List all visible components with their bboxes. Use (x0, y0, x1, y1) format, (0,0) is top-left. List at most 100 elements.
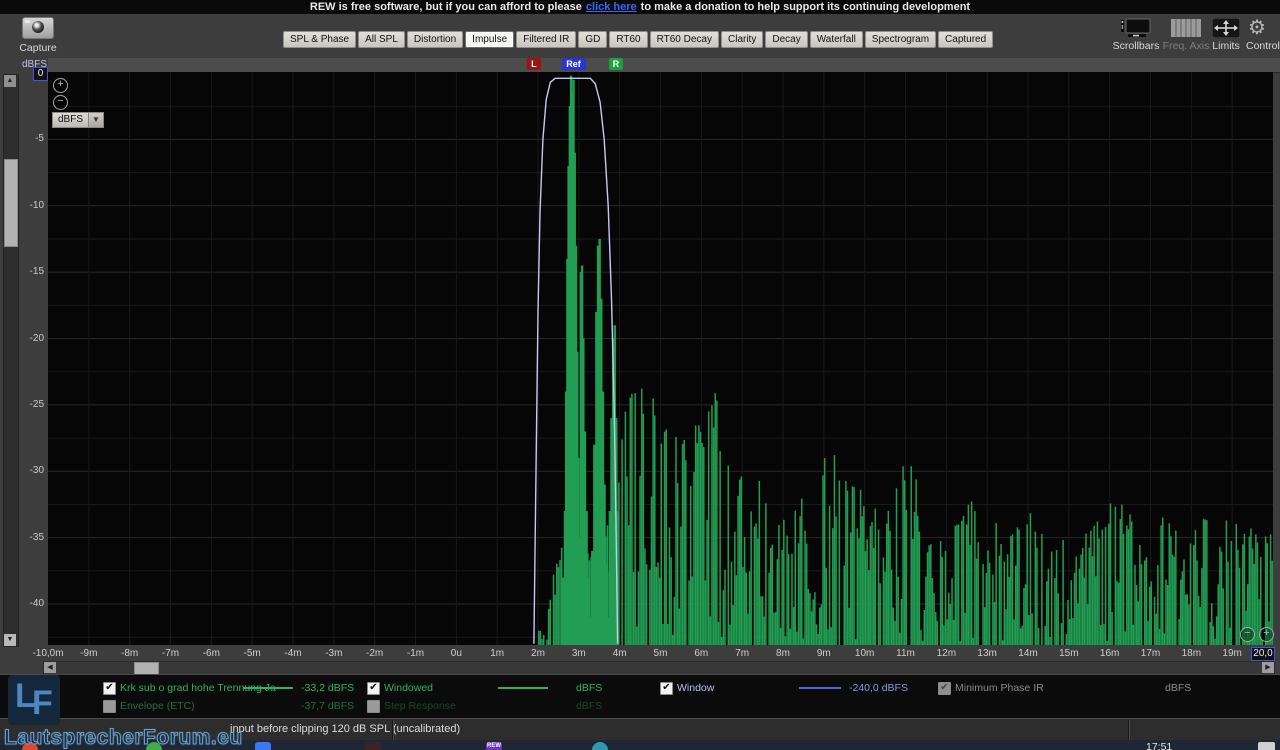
impulse-plot[interactable] (48, 72, 1273, 645)
vertical-scroll-thumb[interactable] (4, 159, 18, 247)
y-axis-top-limit-field[interactable]: 0 (33, 67, 48, 81)
donation-link[interactable]: click here (586, 1, 637, 13)
blue-app-taskbar-icon[interactable] (255, 742, 271, 750)
y-axis-tick-label: -25 (18, 399, 44, 410)
envelope-checkbox[interactable] (103, 700, 116, 713)
donation-text-before: REW is free software, but if you can aff… (310, 1, 582, 13)
x-axis-tick-label: 6m (694, 648, 708, 659)
watermark-text: LautsprecherForum.eu (4, 726, 243, 750)
vertical-scrollbar[interactable]: ▲ ▼ (3, 74, 19, 647)
step-response-value: dBFS (576, 700, 602, 712)
trace1-value: -33,2 dBFS (301, 682, 354, 694)
rew-app-taskbar-icon[interactable]: REW (486, 742, 502, 750)
tray-icon[interactable] (1258, 742, 1275, 750)
tab-spectrogram[interactable]: Spectrogram (865, 31, 936, 48)
x-axis-tick-label: -6m (203, 648, 220, 659)
tab-gd[interactable]: GD (578, 31, 607, 48)
marker-ref[interactable]: Ref (562, 58, 586, 70)
window-value: -240,0 dBFS (849, 682, 908, 694)
limits-button[interactable]: Limits (1207, 18, 1245, 52)
tab-decay[interactable]: Decay (765, 31, 807, 48)
controls-label: Controls (1246, 40, 1280, 52)
x-axis-tick-label: 13m (977, 648, 996, 659)
scroll-left-arrow[interactable]: ◀ (44, 662, 56, 673)
min-phase-checkbox[interactable]: ✔ (938, 682, 951, 695)
tab-waterfall[interactable]: Waterfall (810, 31, 863, 48)
window-label: Window (677, 682, 714, 694)
tab-impulse[interactable]: Impulse (465, 31, 514, 48)
tab-captured[interactable]: Captured (938, 31, 993, 48)
y-zoom-in-button[interactable]: + (53, 78, 68, 93)
x-axis-tick-label: 0u (451, 648, 462, 659)
taskbar-clock[interactable]: 17:51 (1146, 741, 1172, 750)
tab-clarity[interactable]: Clarity (721, 31, 763, 48)
y-axis-unit-dropdown-value: dBFS (52, 112, 89, 128)
legend-panel: ✔ Krk sub o grad hohe Trennung Ja -33,2 … (0, 674, 1280, 719)
capture-label: Capture (12, 42, 64, 54)
y-axis-tick-label: -40 (18, 598, 44, 609)
x-axis-tick-label: 7m (735, 648, 749, 659)
scroll-down-arrow[interactable]: ▼ (4, 634, 16, 646)
x-axis-tick-label: 1m (490, 648, 504, 659)
x-axis-tick-label: 4m (613, 648, 627, 659)
x-zoom-out-button[interactable]: − (1240, 627, 1255, 642)
y-axis-unit-dropdown[interactable]: dBFS ▼ (52, 112, 104, 128)
windowed-checkbox[interactable]: ✔ (367, 682, 380, 695)
x-axis-tick-label: 8m (776, 648, 790, 659)
scrollbars-button[interactable]: Scrollbars (1112, 18, 1160, 52)
x-axis-tick-label: 2m (531, 648, 545, 659)
x-axis-tick-label: 12m (937, 648, 956, 659)
windowed-value: dBFS (576, 682, 602, 694)
teal-app-taskbar-icon[interactable] (592, 742, 608, 750)
x-axis-end-limit-field[interactable]: 20,0 (1251, 647, 1275, 661)
step-response-label: Step Response (384, 700, 456, 712)
trace1-checkbox[interactable]: ✔ (103, 682, 116, 695)
y-axis-tick-label: -5 (18, 133, 44, 144)
donation-text-after: to make a donation to help support its c… (641, 1, 970, 13)
x-axis-tick-label: -1m (407, 648, 424, 659)
controls-button[interactable]: ⚙ Controls (1246, 18, 1280, 52)
tab-filtered-ir[interactable]: Filtered IR (516, 31, 576, 48)
window-line-sample (799, 687, 841, 689)
x-axis-tick-label: -9m (80, 648, 97, 659)
x-axis-tick-label: -10,0m (32, 648, 63, 659)
tab-rt60[interactable]: RT60 (609, 31, 647, 48)
gear-icon: ⚙ (1248, 18, 1280, 38)
tab-distortion[interactable]: Distortion (407, 31, 463, 48)
scroll-right-arrow[interactable]: ▶ (1262, 662, 1274, 673)
tab-rt60-decay[interactable]: RT60 Decay (650, 31, 719, 48)
x-axis-tick-label: 9m (817, 648, 831, 659)
freq-axis-button[interactable]: Freq. Axis (1162, 18, 1210, 52)
y-axis-tick-label: -30 (18, 465, 44, 476)
x-axis-tick-label: 16m (1100, 648, 1119, 659)
tab-all-spl[interactable]: All SPL (358, 31, 405, 48)
scrollbars-icon (1120, 18, 1152, 38)
marker-r[interactable]: R (609, 58, 623, 70)
x-axis-tick-label: 11m (896, 648, 915, 659)
scroll-up-arrow[interactable]: ▲ (4, 75, 16, 87)
capture-button[interactable]: Capture (12, 17, 64, 57)
x-axis-tick-label: -8m (121, 648, 138, 659)
dark-app-taskbar-icon[interactable] (365, 742, 381, 750)
freq-axis-icon (1169, 18, 1203, 38)
watermark-logo: LF (8, 675, 60, 725)
x-axis-tick-label: -4m (284, 648, 301, 659)
scrollbars-label: Scrollbars (1112, 40, 1160, 52)
y-zoom-out-button[interactable]: − (53, 95, 68, 110)
marker-l[interactable]: L (527, 58, 541, 70)
status-text: input before clipping 120 dB SPL (uncali… (230, 723, 460, 735)
x-axis-tick-label: 3m (572, 648, 586, 659)
rew-window: REW is free software, but if you can aff… (0, 0, 1280, 750)
step-response-checkbox[interactable] (367, 700, 380, 713)
windowed-label: Windowed (384, 682, 433, 694)
x-axis-tick-label: 5m (654, 648, 668, 659)
status-divider (392, 720, 394, 740)
window-checkbox[interactable]: ✔ (660, 682, 673, 695)
envelope-value: -37,7 dBFS (301, 700, 354, 712)
x-axis-tick-label: -5m (244, 648, 261, 659)
donation-banner: REW is free software, but if you can aff… (0, 0, 1280, 14)
x-zoom-in-button[interactable]: + (1259, 627, 1274, 642)
x-axis-tick-label: 19m (1222, 648, 1241, 659)
tab-spl-phase[interactable]: SPL & Phase (283, 31, 356, 48)
x-axis-tick-label: 14m (1018, 648, 1037, 659)
